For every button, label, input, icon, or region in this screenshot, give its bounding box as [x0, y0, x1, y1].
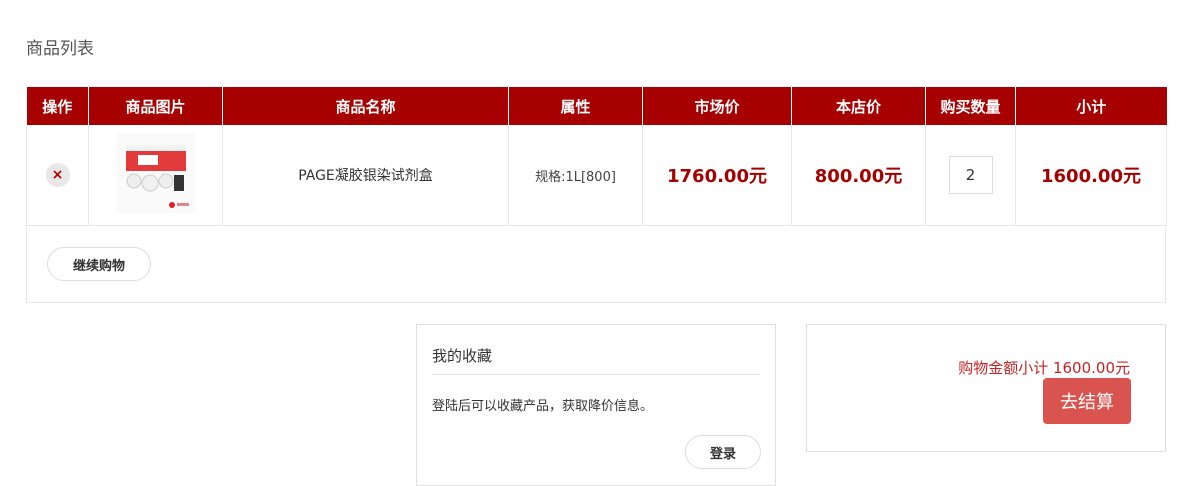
favorites-message: 登陆后可以收藏产品，获取降价信息。: [432, 399, 654, 414]
header-quantity: 购买数量: [925, 87, 1016, 125]
header-name: 商品名称: [222, 87, 509, 125]
header-action: 操作: [26, 87, 89, 125]
close-icon[interactable]: ×: [45, 163, 70, 187]
shop-price-cell: 800.00元: [791, 125, 926, 226]
cart-table: 操作 商品图片 商品名称 属性 市场价 本店价 购买数量 小计 × PAGE凝胶…: [26, 87, 1167, 226]
quantity-input[interactable]: [948, 156, 993, 194]
summary-panel: 购物金额小计 1600.00元 去结算: [806, 324, 1166, 452]
continue-row: 继续购物: [26, 227, 1166, 303]
header-image: 商品图片: [88, 87, 223, 125]
subtotal-cell: 1600.00元: [1015, 125, 1167, 226]
continue-shopping-button[interactable]: 继续购物: [47, 247, 151, 281]
subtotal: 1600.00元: [1041, 166, 1141, 187]
favorites-panel: 我的收藏 登陆后可以收藏产品，获取降价信息。 登录: [416, 324, 776, 486]
cart-total: 购物金额小计 1600.00元: [958, 359, 1130, 377]
table-row: × PAGE凝胶银染试剂盒 规格:1L[800] 1760.00元 800.00…: [26, 125, 1167, 226]
header-subtotal: 小计: [1015, 87, 1167, 125]
product-attr: 规格:1L[800]: [535, 169, 616, 185]
checkout-button[interactable]: 去结算: [1043, 378, 1131, 424]
attr-cell: 规格:1L[800]: [508, 125, 643, 226]
page-title: 商品列表: [26, 39, 94, 59]
header-attr: 属性: [508, 87, 643, 125]
name-cell: PAGE凝胶银染试剂盒: [222, 125, 509, 226]
product-thumbnail[interactable]: [115, 133, 196, 213]
image-cell: [88, 125, 223, 226]
product-name-link[interactable]: PAGE凝胶银染试剂盒: [298, 168, 433, 184]
login-button[interactable]: 登录: [685, 435, 761, 469]
table-header-row: 操作 商品图片 商品名称 属性 市场价 本店价 购买数量 小计: [26, 87, 1167, 125]
header-market-price: 市场价: [642, 87, 792, 125]
header-shop-price: 本店价: [791, 87, 926, 125]
market-price-cell: 1760.00元: [642, 125, 792, 226]
quantity-cell: [925, 125, 1016, 226]
market-price: 1760.00元: [667, 166, 767, 187]
shop-price: 800.00元: [814, 166, 903, 187]
action-cell: ×: [26, 125, 89, 226]
favorites-title: 我的收藏: [432, 345, 760, 375]
